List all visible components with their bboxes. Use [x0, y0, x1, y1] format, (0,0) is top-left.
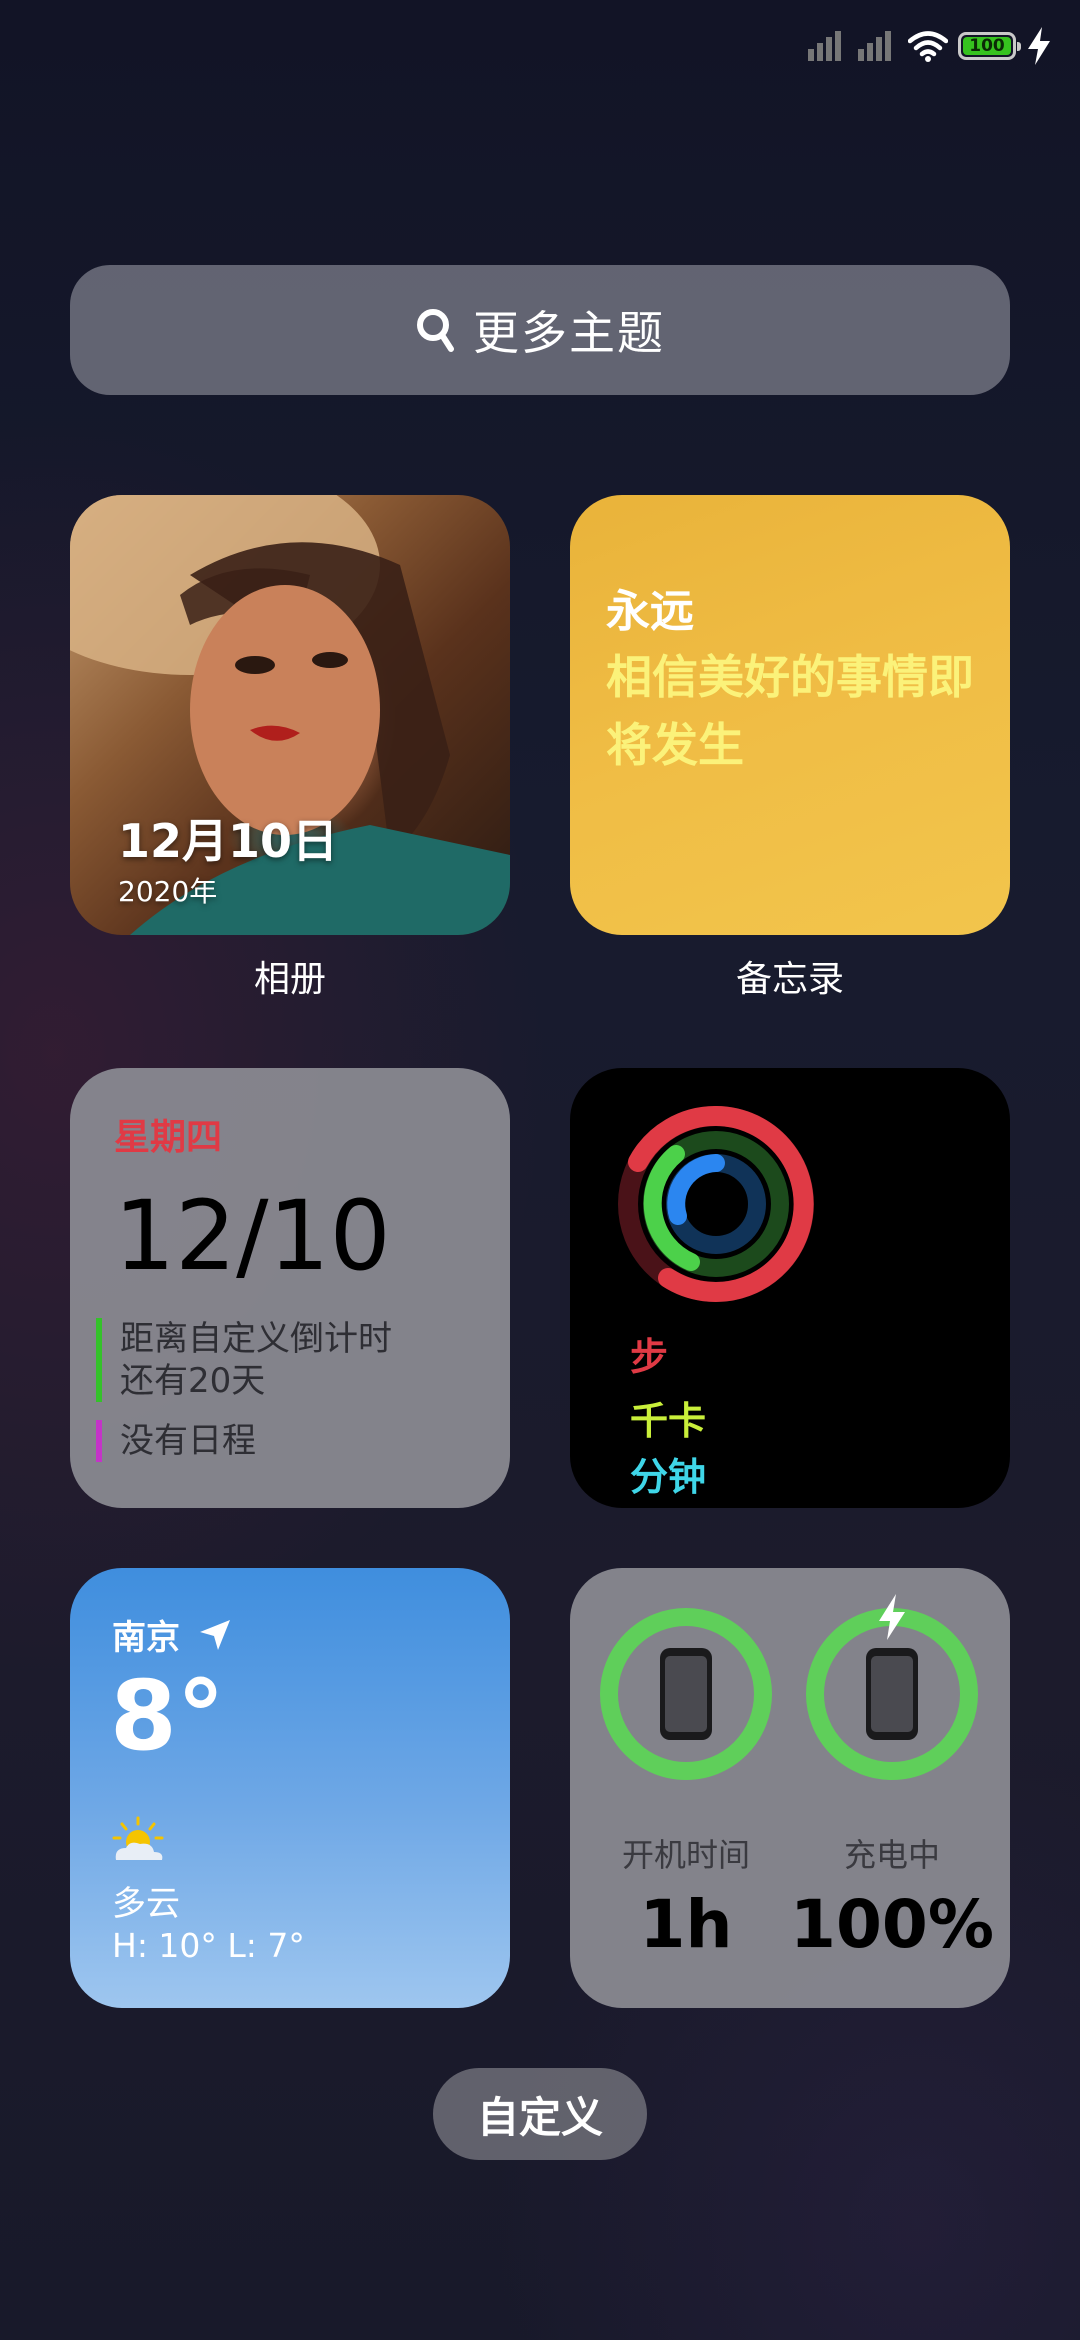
weather-location: 南京 [112, 1610, 232, 1659]
uptime-label: 开机时间 [621, 1836, 750, 1874]
battery-widget[interactable]: 开机时间 充电中 1h 100% [570, 1568, 1010, 2008]
charging-bolt-icon [879, 1594, 905, 1640]
calendar-weekday: 星期四 [114, 1117, 223, 1158]
photo-year: 2020年 [118, 875, 218, 908]
notes-title: 永远 [606, 586, 694, 637]
charging-value: 100% [790, 1886, 994, 1963]
weather-condition: 多云 [112, 1884, 180, 1924]
fitness-steps-label: 步 [630, 1335, 669, 1379]
partly-cloudy-icon [112, 1816, 164, 1860]
weather-temperature: 8° [110, 1660, 225, 1772]
fitness-kcal-label: 千卡 [630, 1399, 707, 1443]
calendar-event-none: 没有日程 [96, 1420, 256, 1462]
weather-high-low: H: 10° L: 7° [112, 1926, 305, 1965]
battery-level: 100 [963, 37, 1011, 55]
calendar-widget[interactable]: 星期四 12/10 距离自定义倒计时 还有20天 没有日程 [70, 1068, 510, 1508]
wifi-icon [908, 31, 948, 62]
notes-body: 相信美好的事情即将发生 [606, 650, 974, 772]
weather-widget[interactable]: 南京 8° 多云 H: 10° L: 7° [70, 1568, 510, 2008]
photo-widget-label: 相册 [253, 959, 326, 1000]
calendar-date: 12/10 [114, 1180, 391, 1292]
signal-icon-2 [858, 31, 891, 61]
search-icon [417, 309, 454, 352]
location-arrow-icon [200, 1619, 230, 1650]
notes-widget[interactable]: 永远 相信美好的事情即将发生 [570, 495, 1010, 935]
notes-widget-label: 备忘录 [735, 959, 844, 1000]
activity-rings-icon [618, 1105, 814, 1302]
photo-date: 12月10日 [118, 814, 339, 868]
battery-indicator: 100 [958, 32, 1021, 60]
uptime-ring [600, 1608, 772, 1780]
uptime-value: 1h [639, 1886, 733, 1963]
fitness-widget[interactable]: 步 千卡 分钟 [570, 1068, 1010, 1508]
photo-widget[interactable]: 12月10日 2020年 [70, 495, 510, 935]
status-bar: 100 [808, 24, 1052, 68]
more-themes-search-bar[interactable]: 更多主题 [70, 265, 1010, 395]
calendar-event-countdown: 距离自定义倒计时 还有20天 [96, 1318, 392, 1402]
charging-label: 充电中 [843, 1836, 940, 1874]
search-label: 更多主题 [473, 306, 665, 360]
signal-icon [808, 31, 841, 61]
charging-bolt-icon [1028, 27, 1050, 65]
fitness-minutes-label: 分钟 [630, 1455, 707, 1499]
customize-button[interactable]: 自定义 [433, 2068, 647, 2160]
weather-city: 南京 [112, 1618, 180, 1658]
